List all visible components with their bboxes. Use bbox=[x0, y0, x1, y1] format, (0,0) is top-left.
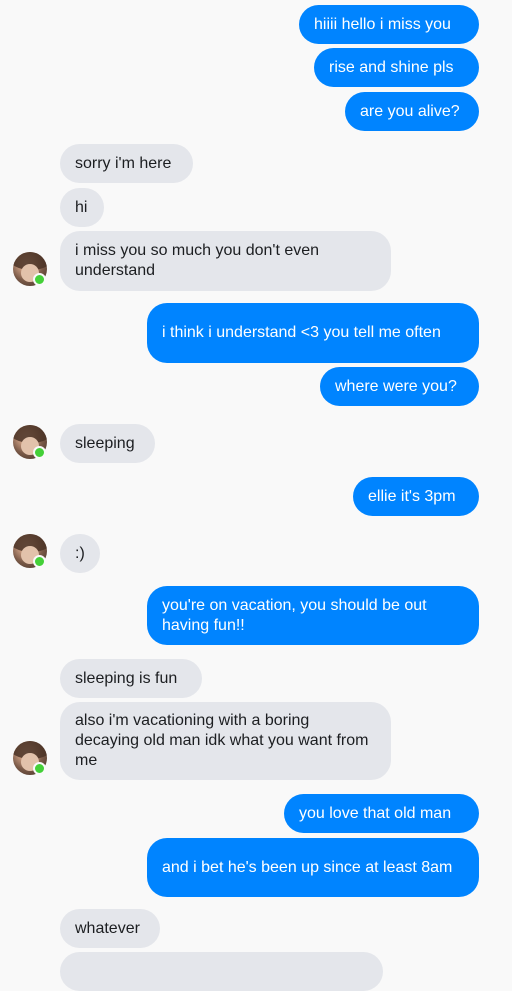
message-bubble-incoming[interactable]: hi bbox=[60, 188, 104, 227]
contact-avatar[interactable] bbox=[13, 534, 47, 568]
message-text: and i bet he's been up since at least 8a… bbox=[162, 858, 453, 876]
message-bubble-outgoing[interactable]: i think i understand <3 you tell me ofte… bbox=[147, 303, 479, 363]
message-text: sorry i'm here bbox=[75, 154, 172, 172]
message-bubble-incoming[interactable]: :) bbox=[60, 534, 100, 573]
message-bubble-outgoing[interactable]: and i bet he's been up since at least 8a… bbox=[147, 838, 479, 897]
message-bubble-incoming[interactable]: sorry i'm here bbox=[60, 144, 193, 183]
message-text: where were you? bbox=[335, 377, 457, 395]
message-bubble-outgoing[interactable]: are you alive? bbox=[345, 92, 479, 131]
online-status-icon bbox=[33, 273, 46, 286]
message-bubble-incoming[interactable]: whatever bbox=[60, 909, 160, 948]
message-bubble-incoming-partial[interactable] bbox=[60, 952, 383, 991]
message-text: hiiii hello i miss you bbox=[314, 15, 451, 33]
message-bubble-outgoing[interactable]: rise and shine pls bbox=[314, 48, 479, 87]
message-bubble-outgoing[interactable]: you love that old man bbox=[284, 794, 479, 833]
message-text: you're on vacation, you should be out ha… bbox=[162, 596, 427, 634]
message-bubble-outgoing[interactable]: where were you? bbox=[320, 367, 479, 406]
contact-avatar[interactable] bbox=[13, 741, 47, 775]
message-bubble-incoming[interactable]: sleeping is fun bbox=[60, 659, 202, 698]
message-text: are you alive? bbox=[360, 102, 460, 120]
message-text: you love that old man bbox=[299, 804, 452, 822]
message-text: whatever bbox=[75, 919, 140, 937]
online-status-icon bbox=[33, 446, 46, 459]
message-text: hi bbox=[75, 198, 88, 216]
message-bubble-incoming[interactable]: also i'm vacationing with a boring decay… bbox=[60, 702, 391, 780]
message-thread: hiiii hello i miss you rise and shine pl… bbox=[0, 0, 512, 991]
message-text: also i'm vacationing with a boring decay… bbox=[75, 712, 369, 769]
online-status-icon bbox=[33, 762, 46, 775]
message-bubble-outgoing[interactable]: hiiii hello i miss you bbox=[299, 5, 479, 44]
message-text: i miss you so much you don't even unders… bbox=[75, 242, 320, 279]
message-text: sleeping is fun bbox=[75, 669, 178, 687]
message-text: i think i understand <3 you tell me ofte… bbox=[162, 324, 441, 341]
message-text: ellie it's 3pm bbox=[368, 487, 456, 505]
message-text: rise and shine pls bbox=[329, 58, 454, 76]
message-text: :) bbox=[75, 544, 85, 562]
message-text: sleeping bbox=[75, 434, 135, 452]
contact-avatar[interactable] bbox=[13, 252, 47, 286]
contact-avatar[interactable] bbox=[13, 425, 47, 459]
message-bubble-incoming[interactable]: sleeping bbox=[60, 424, 155, 463]
online-status-icon bbox=[33, 555, 46, 568]
message-bubble-incoming[interactable]: i miss you so much you don't even unders… bbox=[60, 231, 391, 291]
message-bubble-outgoing[interactable]: you're on vacation, you should be out ha… bbox=[147, 586, 479, 645]
message-bubble-outgoing[interactable]: ellie it's 3pm bbox=[353, 477, 479, 516]
